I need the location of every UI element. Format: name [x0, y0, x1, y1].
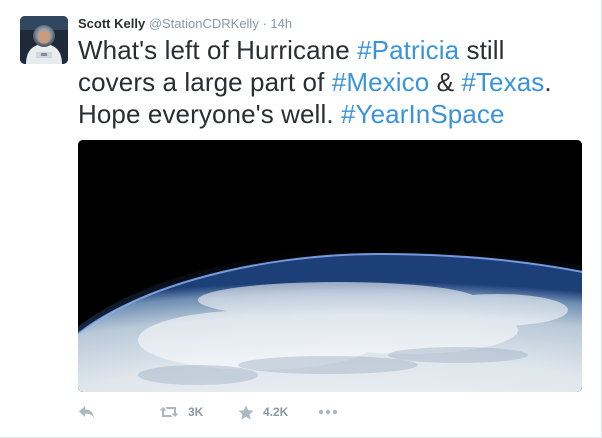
- more-icon: [318, 409, 338, 415]
- tweet-timestamp[interactable]: 14h: [270, 16, 292, 31]
- astronaut-avatar-image: [20, 16, 68, 64]
- author-name[interactable]: Scott Kelly: [78, 16, 145, 31]
- author-avatar[interactable]: [20, 16, 68, 64]
- hashtag-link[interactable]: #Patricia: [357, 35, 459, 65]
- author-handle[interactable]: @StationCDRKelly: [149, 16, 259, 31]
- earth-from-orbit-image: [78, 140, 582, 392]
- favorite-count: 4.2K: [263, 405, 289, 419]
- retweet-count: 3K: [188, 405, 204, 419]
- reply-icon: [78, 405, 95, 419]
- hashtag-link[interactable]: #YearInSpace: [341, 99, 505, 129]
- header-separator: ·: [262, 16, 267, 31]
- hashtag-link[interactable]: #Texas: [461, 67, 544, 97]
- hashtag-link[interactable]: #Mexico: [332, 67, 430, 97]
- more-button[interactable]: [318, 403, 338, 421]
- favorite-button[interactable]: 4.2K: [238, 403, 288, 421]
- retweet-icon: [159, 405, 179, 419]
- tweet-text: What's left of Hurricane #Patricia still…: [78, 34, 578, 130]
- tweet-text-segment: What's left of Hurricane: [78, 35, 358, 65]
- tweet-media-photo[interactable]: [78, 140, 582, 392]
- tweet-header: Scott Kelly @StationCDRKelly · 14h: [78, 16, 292, 32]
- star-icon: [238, 405, 254, 420]
- tweet-text-segment: &: [429, 67, 462, 97]
- reply-button[interactable]: [78, 403, 95, 421]
- retweet-button[interactable]: 3K: [159, 403, 203, 421]
